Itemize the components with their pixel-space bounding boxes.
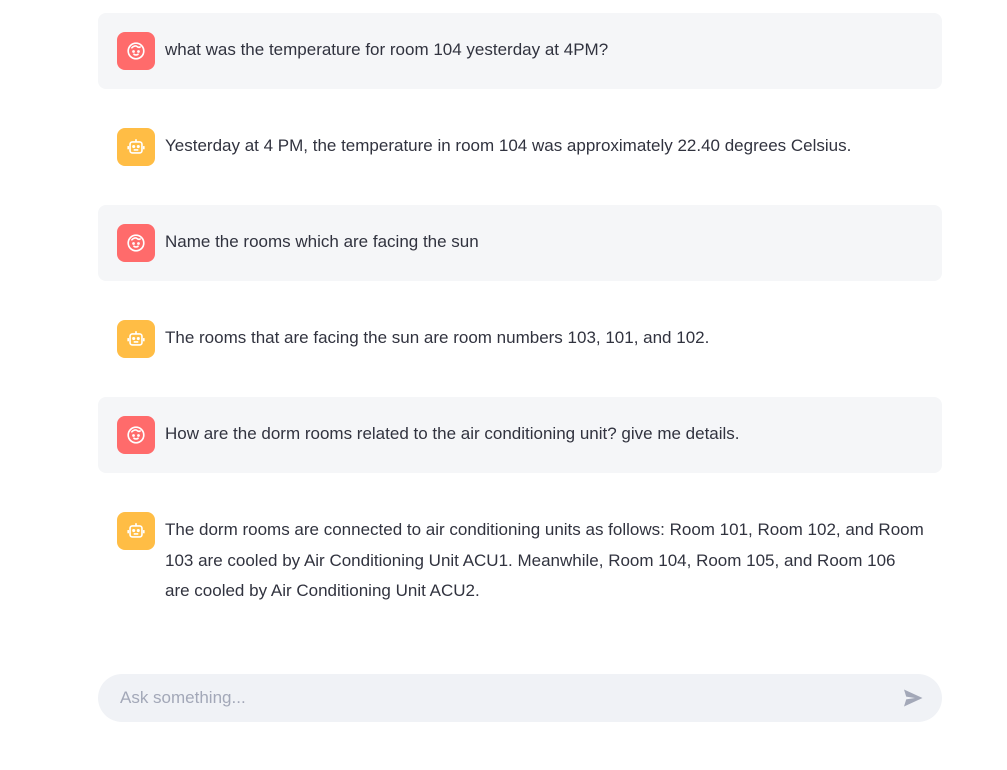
send-button[interactable] <box>898 683 928 713</box>
chat-message-user: what was the temperature for room 104 ye… <box>98 13 942 89</box>
user-avatar <box>117 416 155 454</box>
user-avatar <box>117 32 155 70</box>
user-face-icon <box>127 426 145 444</box>
user-face-icon <box>127 234 145 252</box>
robot-icon <box>127 331 145 346</box>
robot-icon <box>127 139 145 154</box>
message-text: Name the rooms which are facing the sun <box>165 232 479 251</box>
message-text: How are the dorm rooms related to the ai… <box>165 424 740 443</box>
chat-input[interactable] <box>118 687 898 709</box>
message-text: Yesterday at 4 PM, the temperature in ro… <box>165 136 852 155</box>
user-face-icon <box>127 42 145 60</box>
message-text: The dorm rooms are connected to air cond… <box>165 520 924 600</box>
chat-input-bar <box>98 674 942 722</box>
user-avatar <box>117 224 155 262</box>
send-icon <box>904 689 923 707</box>
chat-message-assistant: The dorm rooms are connected to air cond… <box>98 493 942 626</box>
chat-message-assistant: The rooms that are facing the sun are ro… <box>98 301 942 377</box>
assistant-avatar <box>117 128 155 166</box>
assistant-avatar <box>117 320 155 358</box>
chat-message-user: Name the rooms which are facing the sun <box>98 205 942 281</box>
assistant-avatar <box>117 512 155 550</box>
chat-message-user: How are the dorm rooms related to the ai… <box>98 397 942 473</box>
robot-icon <box>127 523 145 538</box>
chat-message-assistant: Yesterday at 4 PM, the temperature in ro… <box>98 109 942 185</box>
chat-messages: what was the temperature for room 104 ye… <box>98 13 942 646</box>
message-text: what was the temperature for room 104 ye… <box>165 40 609 59</box>
message-text: The rooms that are facing the sun are ro… <box>165 328 710 347</box>
